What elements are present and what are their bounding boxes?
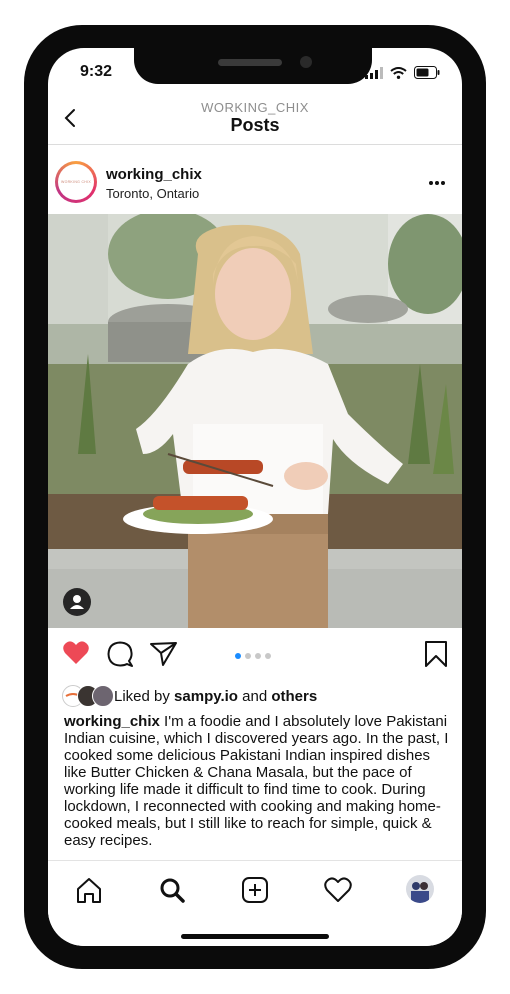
avatar[interactable]: WORKING CHIX [55, 161, 97, 203]
comment-icon[interactable] [106, 640, 134, 668]
post-location[interactable]: Toronto, Ontario [106, 186, 199, 201]
user-tag-icon[interactable] [63, 588, 91, 616]
post-photo[interactable] [48, 214, 462, 628]
home-indicator [181, 934, 329, 939]
home-icon[interactable] [74, 875, 104, 905]
signal-icon [365, 66, 383, 79]
top-nav: WORKING_CHIX Posts [48, 96, 462, 145]
more-icon[interactable] [428, 180, 446, 186]
profile-icon[interactable] [406, 875, 434, 903]
bookmark-icon[interactable] [424, 640, 448, 668]
carousel-indicator [235, 653, 271, 659]
account-name: WORKING_CHIX [201, 100, 309, 115]
carousel-dot [235, 653, 241, 659]
screen: 9:32 WORKING_CHIX Posts WORKING CHIX wor… [48, 48, 462, 946]
speaker [218, 59, 282, 66]
search-icon[interactable] [157, 875, 187, 905]
notch [134, 48, 372, 84]
wifi-icon [390, 66, 407, 79]
carousel-dot [255, 653, 261, 659]
activity-icon[interactable] [323, 875, 353, 905]
carousel-dot [265, 653, 271, 659]
caption-text: I'm a foodie and I absolutely love Pakis… [64, 713, 449, 849]
carousel-dot [245, 653, 251, 659]
post-caption: working_chix I'm a foodie and I absolute… [64, 713, 450, 849]
liker-avatars [62, 685, 114, 707]
page-title: Posts [230, 115, 280, 135]
post-actions [48, 628, 462, 684]
battery-icon [414, 66, 440, 79]
liked-by-joiner: and [242, 687, 268, 705]
liked-by-user[interactable]: sampy.io [174, 688, 238, 705]
avatar-logo: WORKING CHIX [58, 164, 94, 200]
liker-avatar [92, 685, 114, 707]
bottom-tab-bar [48, 860, 462, 946]
photo-illustration [48, 214, 462, 628]
heart-icon[interactable] [62, 640, 90, 666]
liked-by-prefix: Liked by [114, 687, 170, 705]
post-username[interactable]: working_chix [106, 166, 202, 183]
share-icon[interactable] [149, 640, 179, 668]
front-camera [300, 56, 312, 68]
status-time: 9:32 [80, 63, 113, 80]
likes-row[interactable]: Liked by sampy.io and others [62, 684, 462, 708]
new-post-icon[interactable] [240, 875, 270, 905]
post-header: WORKING CHIX working_chix Toronto, Ontar… [48, 144, 462, 214]
status-icons [365, 66, 440, 79]
caption-author[interactable]: working_chix [64, 713, 160, 730]
liked-by-others[interactable]: others [271, 688, 317, 705]
